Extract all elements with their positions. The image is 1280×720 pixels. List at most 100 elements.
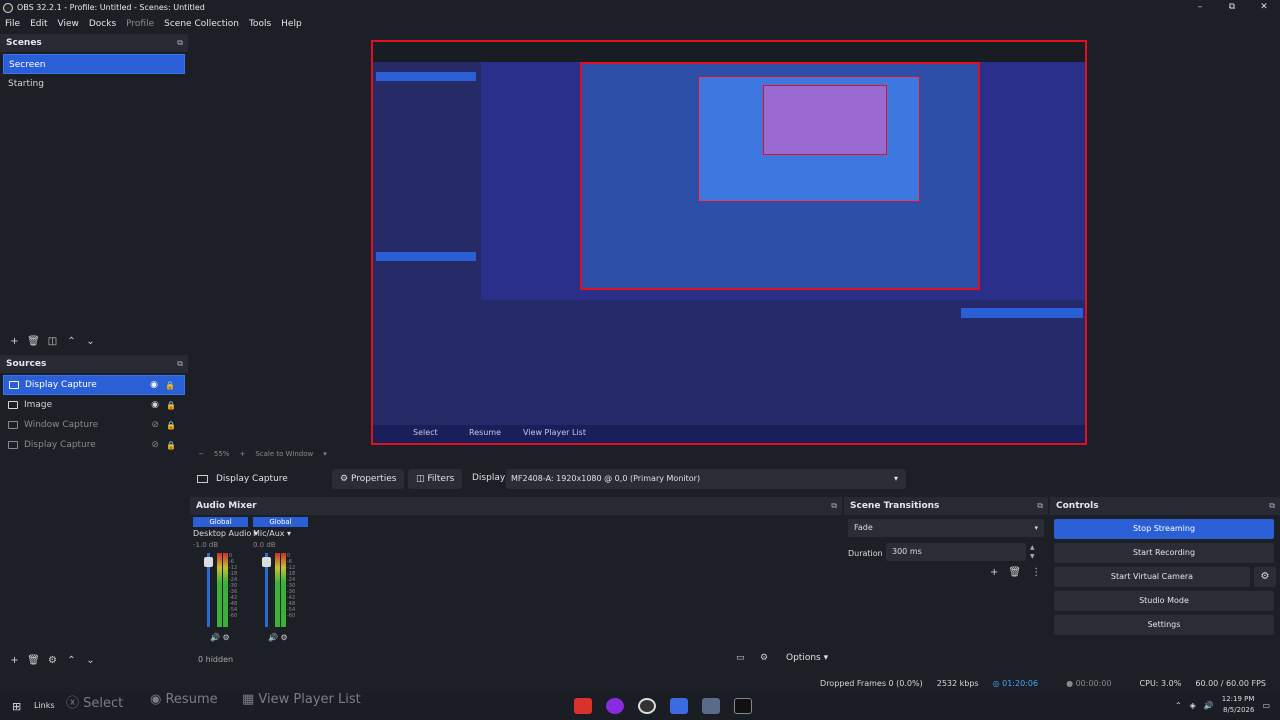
filters-button[interactable]: ◫ Filters [408,469,463,489]
chevron-down-icon[interactable]: ▾ [323,450,327,458]
scene-transitions-title: Scene Transitions ⧉ [844,497,1048,515]
zoom-out-icon[interactable]: − [198,450,204,458]
volume-knob[interactable] [204,557,213,567]
eye-hidden-icon[interactable]: ⊘ [151,440,159,450]
menu-profile[interactable]: Profile [121,19,159,29]
zoom-level: 55% [213,450,230,458]
lock-icon[interactable]: 🔒 [165,381,175,390]
options-button[interactable]: Options ▾ [786,653,828,663]
preview-area[interactable]: Select Resume View Player List − 55% + S… [190,34,1280,464]
duration-spinner[interactable]: ▲ ▼ [1030,543,1035,561]
clock[interactable]: 12:19 PM 8/5/2026 [1222,694,1255,716]
mixer-settings-icon[interactable]: ⚙ [760,653,768,663]
undock-icon[interactable]: ⧉ [177,34,183,52]
properties-button[interactable]: ⚙ Properties [332,469,405,489]
lock-icon[interactable]: 🔒 [166,401,176,410]
gear-icon[interactable]: ⚙ [223,633,230,642]
scene-item-secreen[interactable]: Secreen [3,54,185,74]
stop-streaming-button[interactable]: Stop Streaming [1054,519,1274,539]
network-icon[interactable]: ◈ [1190,701,1196,710]
undock-icon[interactable]: ⧉ [1269,497,1275,515]
scene-item-starting[interactable]: Starting [3,74,185,94]
menu-help[interactable]: Help [276,19,307,29]
display-label: Display [472,473,506,483]
source-item[interactable]: Window Capture ⊘ 🔒 [3,415,185,435]
virtual-camera-settings-icon[interactable]: ⚙ [1254,567,1276,587]
windows-start-icon[interactable]: ⊞ [12,700,21,713]
move-down-icon[interactable]: ⌄ [81,655,100,666]
file-explorer-icon[interactable] [702,698,720,714]
taskbar-links[interactable]: Links [34,701,55,710]
menu-file[interactable]: File [0,19,25,29]
volume-icon[interactable]: 🔊 [1204,701,1214,710]
eye-hidden-icon[interactable]: ⊘ [151,420,159,430]
remove-scene-icon[interactable]: 🗑 [24,336,43,347]
add-transition-icon[interactable]: + [990,567,998,578]
terminal-icon[interactable] [734,698,752,714]
zoom-in-icon[interactable]: + [239,450,245,458]
channel-name[interactable]: Desktop Audio ▾ [193,529,258,538]
undock-icon[interactable]: ⧉ [1037,497,1043,515]
chevron-up-icon[interactable]: ⌃ [1175,701,1182,710]
restore-icon[interactable]: ⧉ [1216,0,1248,15]
speaker-icon[interactable]: 🔊 [210,633,220,642]
source-properties-icon[interactable]: ⚙ [43,655,62,666]
status-bar: Dropped Frames 0 (0.0%) 2532 kbps ◎ 01:2… [0,675,1280,691]
menu-view[interactable]: View [53,19,84,29]
lock-icon[interactable]: 🔒 [166,441,176,450]
menu-scene-collection[interactable]: Scene Collection [159,19,244,29]
add-scene-icon[interactable]: + [5,336,24,347]
remove-source-icon[interactable]: 🗑 [24,655,43,666]
move-up-icon[interactable]: ⌃ [62,336,81,347]
app-icon[interactable] [670,698,688,714]
context-source-name: Display Capture [216,474,288,484]
duration-input[interactable]: 300 ms [886,543,1026,561]
media-app-icon[interactable] [606,698,624,714]
minimize-icon[interactable]: – [1184,0,1216,15]
nested-scene-selection [376,72,476,81]
preview-canvas[interactable]: Select Resume View Player List [371,40,1087,445]
chevron-down-icon: ▾ [1034,524,1038,532]
nested-window-titlebar [373,42,1085,62]
display-select[interactable]: MF2408-A: 1920x1080 @ 0,0 (Primary Monit… [506,469,906,489]
volume-knob[interactable] [262,557,271,567]
scale-mode[interactable]: Scale to Window [255,450,313,458]
studio-mode-button[interactable]: Studio Mode [1054,591,1274,611]
layout-icon[interactable]: ▭ [736,653,745,663]
transition-select[interactable]: Fade ▾ [848,519,1044,537]
eye-icon[interactable]: ◉ [150,380,158,390]
start-recording-button[interactable]: Start Recording [1054,543,1274,563]
move-up-icon[interactable]: ⌃ [62,655,81,666]
source-item[interactable]: Display Capture ◉ 🔒 [3,375,185,395]
transition-value: Fade [854,523,873,532]
remove-transition-icon[interactable]: 🗑 [1008,567,1021,578]
eye-icon[interactable]: ◉ [151,400,159,410]
close-icon[interactable]: ✕ [1248,0,1280,15]
menu-docks[interactable]: Docks [84,19,121,29]
move-down-icon[interactable]: ⌄ [81,336,100,347]
notification-icon[interactable]: ▭ [1262,701,1270,710]
settings-button[interactable]: Settings [1054,615,1274,635]
start-virtual-camera-button[interactable]: Start Virtual Camera [1054,567,1250,587]
nested-bottom-docks [481,300,1085,425]
menu-edit[interactable]: Edit [25,19,52,29]
undock-icon[interactable]: ⧉ [177,355,183,373]
source-item[interactable]: Image ◉ 🔒 [3,395,185,415]
meter-bar [281,553,286,627]
gear-icon[interactable]: ⚙ [281,633,288,642]
chevron-down-icon: ▾ [893,474,898,483]
more-icon[interactable]: ⋮ [1031,567,1041,578]
dropped-frames: Dropped Frames 0 (0.0%) [820,678,923,688]
source-item[interactable]: Display Capture ⊘ 🔒 [3,435,185,455]
channel-name[interactable]: Mic/Aux ▾ [253,529,313,538]
menu-tools[interactable]: Tools [244,19,276,29]
monitor-icon [197,475,208,483]
filters-label: Filters [427,474,455,484]
speaker-icon[interactable]: 🔊 [268,633,278,642]
add-source-icon[interactable]: + [5,655,24,666]
obs-icon[interactable] [638,698,656,714]
lock-icon[interactable]: 🔒 [166,421,176,430]
brave-icon[interactable] [574,698,592,714]
scene-filters-icon[interactable]: ◫ [43,336,62,347]
undock-icon[interactable]: ⧉ [831,497,837,515]
